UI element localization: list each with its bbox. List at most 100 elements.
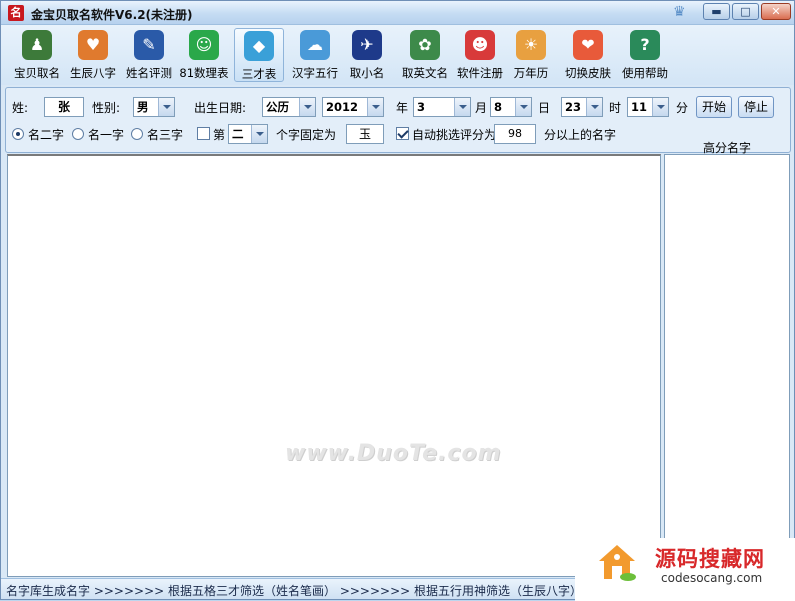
chevron-down-icon (299, 98, 315, 116)
toolbar-button-label: 万年历 (513, 66, 549, 80)
year-value: 2012 (326, 100, 359, 114)
toolbar-button-1[interactable]: ♟ 宝贝取名 (11, 28, 63, 82)
stop-button[interactable]: 停止 (738, 96, 774, 118)
toolbar-button-5[interactable]: ◆ 三才表 (234, 28, 284, 82)
toolbar-button-3[interactable]: ✎ 姓名评测 (121, 28, 177, 82)
score-suffix-label: 分以上的名字 (544, 128, 617, 142)
calendar-icon: ☀ (516, 30, 546, 60)
minute-value: 11 (631, 100, 648, 114)
toolbar-button-11[interactable]: ❤ 切换皮肤 (562, 28, 614, 82)
high-score-list[interactable] (664, 154, 790, 577)
fixed-char-label: 个字固定为 (276, 128, 337, 142)
birth-date-label: 出生日期: (194, 101, 247, 115)
auto-select-label: 自动挑选评分为 (412, 128, 497, 142)
year-label: 年 (396, 101, 409, 115)
fixed-char-input[interactable]: 玉 (346, 124, 384, 144)
chevron-down-icon (454, 98, 470, 116)
month-value: 3 (417, 100, 426, 114)
fixed-char-position-select[interactable]: 二 (228, 124, 268, 144)
baby-naming-icon: ♟ (22, 30, 52, 60)
surname-input[interactable]: 张 (44, 97, 84, 117)
toolbar-button-7[interactable]: ✈ 取小名 (344, 28, 390, 82)
badge-url: codesocang.com (661, 571, 763, 585)
name-one-char-radio[interactable] (72, 128, 84, 140)
minimize-button[interactable]: ▬ (703, 3, 730, 20)
close-button[interactable]: ✕ (761, 3, 791, 20)
name-two-chars-radio[interactable] (12, 128, 24, 140)
toolbar-button-label: 使用帮助 (622, 66, 668, 80)
hour-label: 时 (609, 101, 622, 115)
status-text: 名字库生成名字 >>>>>>> 根据五格三才筛选（姓名笔画） >>>>>>> 根… (6, 584, 603, 598)
name-three-chars-radio[interactable] (131, 128, 143, 140)
help-icon: ? (630, 30, 660, 60)
register-icon: ☻ (465, 30, 495, 60)
toolbar-button-8[interactable]: ✿ 取英文名 (397, 28, 453, 82)
minute-label: 分 (676, 101, 689, 115)
fixed-char-checkbox[interactable] (197, 127, 210, 140)
switch-skin-icon: ❤ (573, 30, 603, 60)
day-value: 8 (494, 100, 503, 114)
toolbar-button-2[interactable]: ♥ 生辰八字 (67, 28, 119, 82)
day-label: 日 (538, 101, 551, 115)
three-talents-table-icon: ◆ (244, 31, 274, 61)
toolbar-button-9[interactable]: ☻ 软件注册 (453, 28, 507, 82)
toolbar-button-label: 生辰八字 (70, 66, 116, 80)
chevron-down-icon (158, 98, 174, 116)
hour-value: 23 (565, 100, 582, 114)
hanzi-five-elements-icon: ☁ (300, 30, 330, 60)
day-select[interactable]: 8 (490, 97, 532, 117)
chevron-down-icon (652, 98, 668, 116)
toolbar-button-label: 81数理表 (179, 66, 229, 80)
score-threshold-input[interactable]: 98 (494, 124, 536, 144)
month-label: 月 (475, 101, 488, 115)
surname-label: 姓: (12, 101, 29, 115)
nickname-icon: ✈ (352, 30, 382, 60)
toolbar-button-label: 姓名评测 (126, 66, 172, 80)
english-name-icon: ✿ (410, 30, 440, 60)
toolbar: ♟ 宝贝取名 ♥ 生辰八字 ✎ 姓名评测 ☺ 81数理表 ◆ 三才表 ☁ 汉字五行 ✈ 取小名 ✿ 取英文名 ☻… (1, 25, 794, 85)
app-window: 名 金宝贝取名软件V6.2(未注册) ♛ ▬ □ ✕ ♟ 宝贝取名 ♥ 生辰八字 ✎ 姓名… (0, 0, 795, 601)
site-badge: 源码搜藏网 codesocang.com (575, 538, 795, 601)
numerology-table-icon: ☺ (189, 30, 219, 60)
house-logo-icon (599, 545, 636, 581)
name-two-chars-label: 名二字 (28, 128, 65, 142)
calendar-type-select[interactable]: 公历 (262, 97, 316, 117)
chevron-down-icon (515, 98, 531, 116)
name-one-char-label: 名一字 (88, 128, 125, 142)
title-bar[interactable]: 名 金宝贝取名软件V6.2(未注册) ♛ ▬ □ ✕ (1, 1, 794, 25)
gender-select[interactable]: 男 (133, 97, 175, 117)
auto-select-checkbox[interactable] (396, 127, 409, 140)
chevron-down-icon (251, 125, 267, 143)
minute-select[interactable]: 11 (627, 97, 669, 117)
name-three-chars-label: 名三字 (147, 128, 184, 142)
fixed-char-position-value: 二 (232, 127, 244, 141)
toolbar-button-label: 切换皮肤 (565, 66, 611, 80)
skin-ornament-icon: ♛ (673, 4, 686, 20)
birth-chart-icon: ♥ (78, 30, 108, 60)
calendar-type-value: 公历 (266, 100, 289, 114)
month-select[interactable]: 3 (413, 97, 471, 117)
gender-value: 男 (137, 100, 149, 114)
chevron-down-icon (586, 98, 602, 116)
window-title: 金宝贝取名软件V6.2(未注册) (31, 8, 193, 22)
toolbar-button-label: 三才表 (241, 67, 277, 81)
toolbar-button-label: 取小名 (349, 66, 385, 80)
hour-select[interactable]: 23 (561, 97, 603, 117)
toolbar-button-12[interactable]: ? 使用帮助 (618, 28, 672, 82)
toolbar-button-4[interactable]: ☺ 81数理表 (177, 28, 231, 82)
toolbar-button-label: 汉字五行 (292, 66, 338, 80)
toolbar-button-label: 宝贝取名 (14, 66, 60, 80)
badge-title: 源码搜藏网 (655, 547, 765, 571)
chevron-down-icon (367, 98, 383, 116)
fixed-char-check-label: 第 (213, 128, 226, 142)
toolbar-button-label: 取英文名 (402, 66, 448, 80)
start-button[interactable]: 开始 (696, 96, 732, 118)
results-area[interactable]: www.DuoTe.com (7, 154, 661, 577)
year-select[interactable]: 2012 (322, 97, 384, 117)
toolbar-button-6[interactable]: ☁ 汉字五行 (289, 28, 341, 82)
gender-label: 性别: (92, 101, 121, 115)
maximize-button[interactable]: □ (732, 3, 759, 20)
watermark: www.DuoTe.com (285, 441, 502, 466)
toolbar-button-10[interactable]: ☀ 万年历 (508, 28, 554, 82)
app-icon: 名 (8, 5, 24, 21)
